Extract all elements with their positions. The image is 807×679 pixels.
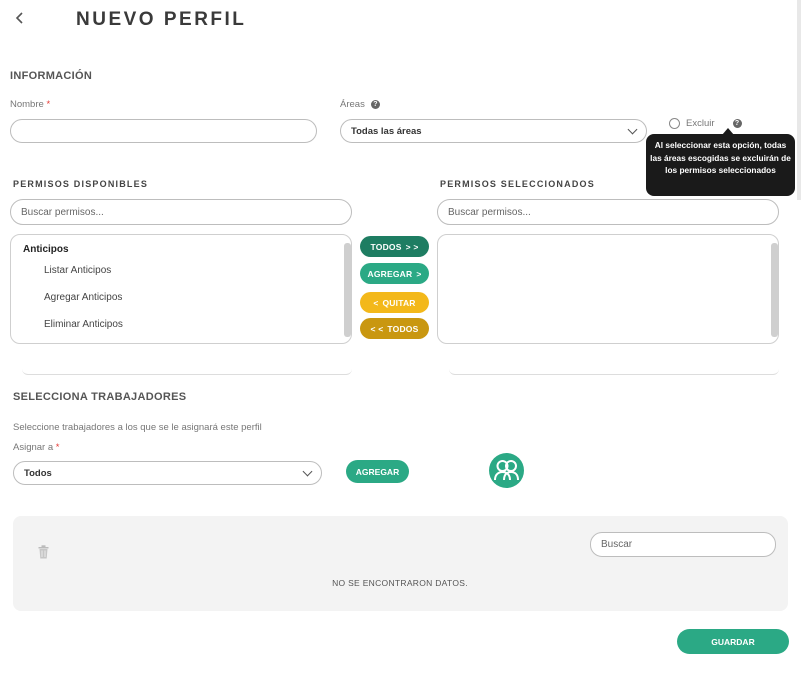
remove-selected-label: QUITAR (382, 297, 416, 308)
excluir-label: Excluir (686, 118, 715, 129)
permisos-seleccionados-list[interactable] (437, 234, 779, 344)
list-item[interactable]: Eliminar Anticipos (44, 319, 123, 330)
scrollbar[interactable] (771, 243, 778, 337)
table-search-input[interactable] (590, 532, 776, 557)
trabajadores-description: Seleccione trabajadores a los que se le … (13, 422, 262, 433)
informacion-section-title: INFORMACIÓN (10, 70, 93, 82)
chevron-left-icon: < (373, 297, 379, 308)
chevron-down-icon (302, 466, 313, 476)
list-item[interactable]: Agregar Anticipos (44, 292, 122, 303)
help-icon[interactable]: ? (732, 119, 742, 128)
save-button[interactable]: GUARDAR (677, 629, 789, 654)
required-asterisk: * (46, 99, 51, 110)
nombre-label-text: Nombre (10, 99, 44, 110)
areas-label-text: Áreas (340, 99, 365, 110)
page-title: NUEVO PERFIL (76, 9, 247, 30)
double-chevron-left-icon: < < (370, 323, 384, 334)
remove-selected-button[interactable]: < QUITAR (360, 292, 429, 313)
add-all-label: TODOS (370, 241, 402, 252)
permisos-seleccionados-title: PERMISOS SELECCIONADOS (440, 179, 595, 189)
permission-group-header: Anticipos (23, 244, 69, 255)
add-selected-label: AGREGAR (367, 268, 413, 279)
double-chevron-right-icon: > > (405, 241, 419, 252)
trash-icon[interactable] (38, 545, 49, 559)
agregar-trabajadores-button[interactable]: AGREGAR (346, 460, 409, 483)
users-group-icon[interactable] (489, 453, 524, 488)
add-all-button[interactable]: TODOS > > (360, 236, 429, 257)
asignar-select-value: Todos (24, 467, 52, 479)
help-icon[interactable]: ? (370, 100, 380, 109)
scrollbar[interactable] (344, 243, 351, 337)
areas-select-value: Todas las áreas (351, 125, 422, 137)
required-asterisk: * (55, 442, 60, 453)
add-selected-button[interactable]: AGREGAR > (360, 263, 429, 284)
list-item[interactable]: Listar Anticipos (44, 265, 111, 276)
areas-select[interactable]: Todas las áreas (340, 119, 647, 143)
excluir-radio[interactable] (669, 118, 680, 129)
back-chevron-icon[interactable] (14, 10, 30, 30)
areas-label: Áreas ? (340, 99, 380, 110)
remove-all-button[interactable]: < < TODOS (360, 318, 429, 339)
nombre-label: Nombre * (10, 99, 50, 110)
remove-all-label: TODOS (387, 323, 419, 334)
list-bottom-edge (22, 369, 352, 375)
permisos-disponibles-list[interactable]: Anticipos Listar Anticipos Agregar Antic… (10, 234, 352, 344)
chevron-down-icon (627, 124, 638, 134)
permisos-disponibles-title: PERMISOS DISPONIBLES (13, 179, 149, 189)
excluir-tooltip: Al seleccionar esta opción, todas las ár… (646, 134, 795, 196)
nombre-input[interactable] (10, 119, 317, 143)
search-permisos-seleccionados-input[interactable] (437, 199, 779, 225)
asignar-label-text: Asignar a (13, 442, 54, 453)
trabajadores-section-title: SELECCIONA TRABAJADORES (13, 391, 187, 403)
list-bottom-edge (449, 369, 779, 375)
asignar-select[interactable]: Todos (13, 461, 322, 485)
search-permisos-disponibles-input[interactable] (10, 199, 352, 225)
workers-table-panel (13, 516, 788, 611)
empty-table-message: NO SE ENCONTRARON DATOS. (332, 578, 468, 588)
asignar-label: Asignar a * (13, 442, 59, 453)
chevron-right-icon: > (416, 268, 422, 279)
page-scrollbar[interactable] (797, 0, 801, 200)
